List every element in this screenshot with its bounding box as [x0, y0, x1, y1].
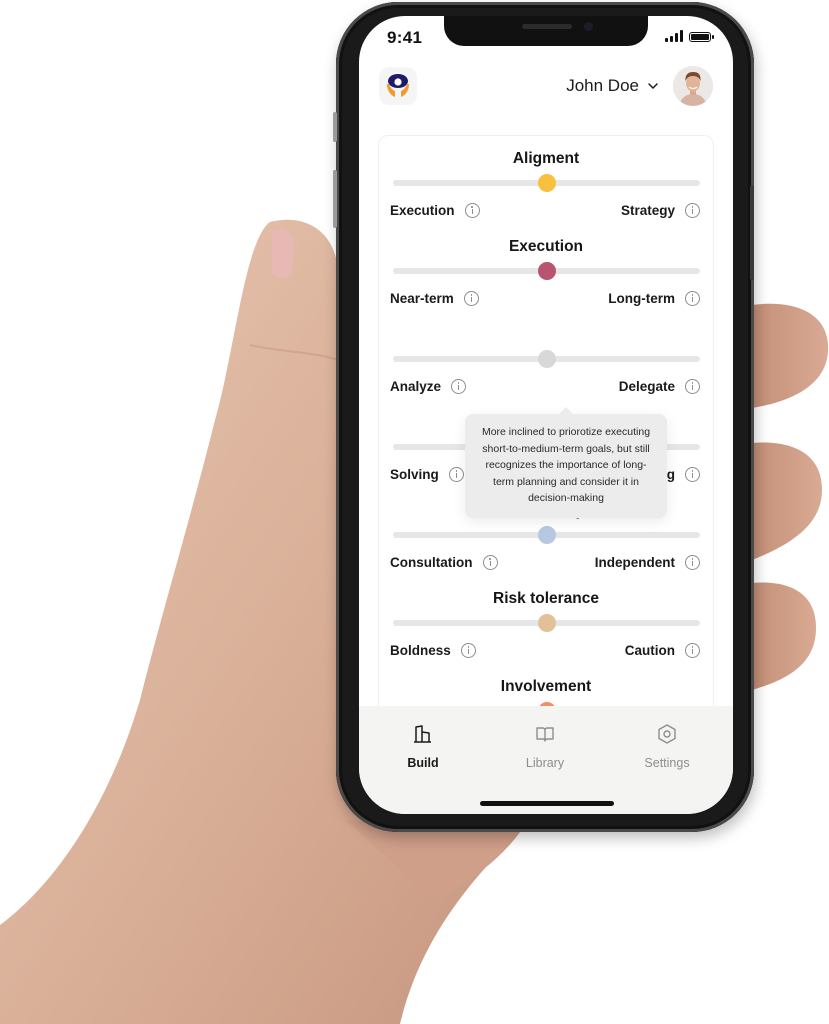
- volume-up-button: [333, 170, 337, 228]
- finger-shape: [752, 442, 822, 560]
- right-label: Independent: [595, 555, 700, 570]
- left-label-text: Analyze: [390, 379, 442, 394]
- settings-icon: [658, 724, 676, 744]
- slider-section-aligment: Aligment Execution Strategy: [379, 150, 713, 238]
- left-label: Solving: [390, 467, 464, 482]
- notch: [444, 16, 648, 46]
- nav-label: Library: [525, 756, 565, 770]
- left-label: Analyze: [390, 379, 467, 394]
- info-icon[interactable]: [685, 203, 700, 218]
- slider-section-risk-tolerance: Risk tolerance Boldness Caution: [379, 590, 713, 678]
- slider-track[interactable]: [393, 174, 700, 192]
- slider-knob[interactable]: [537, 262, 556, 280]
- left-label-text: Near-term: [390, 291, 454, 306]
- book-icon: [536, 727, 554, 742]
- nav-item-settings[interactable]: Settings: [622, 722, 712, 770]
- finger-shape: [752, 582, 816, 690]
- section-title: Aligment: [512, 150, 580, 167]
- slider-track[interactable]: [393, 262, 700, 280]
- right-label-text: Independent: [594, 555, 675, 570]
- info-icon[interactable]: [448, 467, 464, 482]
- user-photo: [673, 66, 713, 106]
- left-label: Boldness: [390, 643, 476, 658]
- tooltip: More inclined to priorotize executing sh…: [465, 407, 667, 518]
- logo-icon: [387, 74, 409, 97]
- info-icon[interactable]: [464, 203, 480, 218]
- app-header: John Doe: [359, 64, 733, 114]
- slider-knob[interactable]: [537, 526, 556, 544]
- preferences-card: Aligment Execution Strategy Execution Ne…: [378, 135, 714, 777]
- slider-track[interactable]: [393, 614, 700, 632]
- slider-section-execution: Execution Near-term Long-term: [379, 238, 713, 326]
- right-label-text: Strategy: [620, 203, 675, 218]
- power-button: [750, 185, 754, 280]
- user-name: John Doe: [566, 76, 639, 95]
- avatar[interactable]: [673, 66, 713, 106]
- info-icon[interactable]: [685, 467, 700, 482]
- bottom-nav: Build Library Settings: [359, 706, 733, 814]
- nav-label: Build: [407, 756, 439, 770]
- slider-knob[interactable]: [537, 614, 556, 632]
- building-icon: [414, 725, 431, 743]
- info-icon[interactable]: [463, 291, 479, 306]
- right-label-text: Long-term: [608, 291, 675, 306]
- right-label: Caution: [625, 643, 700, 658]
- status-time: 9:41: [387, 28, 423, 47]
- front-camera: [584, 22, 593, 31]
- thumbnail-shape: [272, 229, 294, 278]
- section-title: Risk tolerance: [493, 590, 599, 607]
- left-label: Consultation: [390, 555, 498, 570]
- chevron-down-icon: [648, 83, 658, 90]
- nav-label: Settings: [644, 756, 690, 770]
- mute-switch: [333, 112, 337, 142]
- left-label: Near-term: [390, 291, 479, 306]
- info-icon[interactable]: [685, 643, 700, 658]
- slider-knob[interactable]: [537, 174, 556, 192]
- right-label-text: Caution: [624, 643, 675, 658]
- info-icon[interactable]: [451, 379, 467, 394]
- left-label-text: Solving: [390, 467, 439, 482]
- status-icons: [665, 30, 714, 42]
- right-label: Delegate: [619, 379, 700, 394]
- slider-track[interactable]: [393, 526, 700, 544]
- speaker: [522, 24, 572, 29]
- info-icon[interactable]: [460, 643, 476, 658]
- left-label-text: Consultation: [390, 555, 473, 570]
- right-label: Strategy: [621, 203, 700, 218]
- slider-track[interactable]: [393, 350, 700, 368]
- info-icon[interactable]: [685, 291, 700, 306]
- info-icon[interactable]: [482, 555, 498, 570]
- finger-shape: [752, 303, 829, 408]
- phone-screen: 9:41 John Doe Aligment Execution Strateg…: [359, 16, 733, 814]
- right-label-text: Delegate: [618, 379, 675, 394]
- left-label-text: Boldness: [390, 643, 451, 658]
- battery-icon: [689, 32, 714, 42]
- cellular-signal-icon: [665, 30, 683, 42]
- info-icon[interactable]: [685, 555, 700, 570]
- user-menu[interactable]: John Doe: [566, 76, 659, 96]
- slider-section-analyze: Analyze Delegate: [379, 326, 713, 414]
- info-icon[interactable]: [685, 379, 700, 394]
- right-label: Long-term: [608, 291, 700, 306]
- app-logo[interactable]: [379, 67, 417, 105]
- home-indicator: [480, 801, 614, 806]
- left-label-text: Execution: [390, 203, 455, 218]
- nav-item-build[interactable]: Build: [378, 722, 468, 770]
- section-title: Execution: [508, 238, 584, 255]
- slider-knob[interactable]: [537, 350, 556, 368]
- section-title: Involvement: [500, 678, 592, 695]
- left-label: Execution: [390, 203, 480, 218]
- nav-item-library[interactable]: Library: [500, 722, 590, 770]
